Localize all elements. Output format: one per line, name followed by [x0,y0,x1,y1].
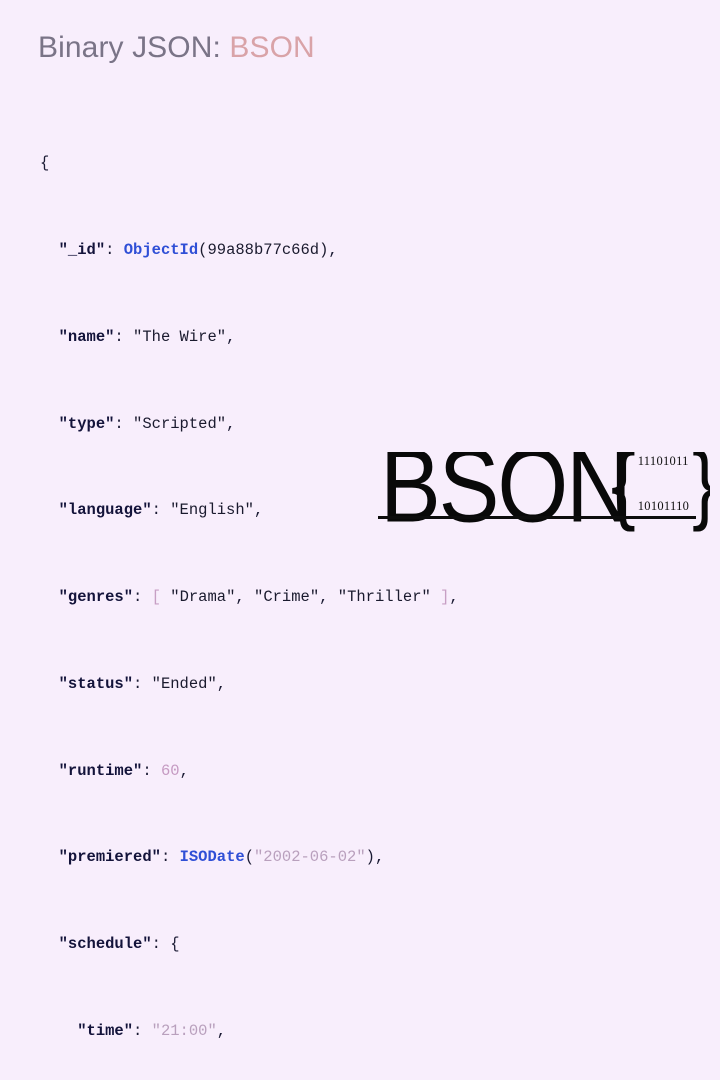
code-token-fn-objectid: ObjectId [123,240,199,259]
bson-brace-group: { 01010100 11101011 10101110 01010101 } [611,452,710,533]
code-token-key-genres: "genres" [58,588,134,607]
code-token-comma: , [449,588,459,607]
code-token-objectid-arg: (99a88b77c66d) [198,240,329,259]
code-token-value-status: "Ended" [151,674,217,693]
code-line: "time": "21:00", [40,1021,680,1043]
code-token-value-runtime: 60 [160,761,180,780]
code-line: "runtime": 60, [40,761,680,783]
code-token-paren-close: ) [365,848,375,867]
code-token-key-premiered: "premiered" [58,848,161,867]
code-token-comma: , [319,588,329,607]
bson-code-block: { "_id": ObjectId(99a88b77c66d), "name":… [40,88,680,1080]
code-token-key-id: "_id" [58,240,106,259]
code-token-fn-isodate: ISODate [179,848,245,867]
code-token-comma: , [374,848,385,867]
code-token-colon: : [133,674,143,693]
code-token-comma: , [216,1022,227,1041]
code-token-brace-open: { [40,154,50,173]
brace-close-icon: } [692,452,710,527]
bson-logo: BSON { 01010100 11101011 10101110 010101… [378,452,710,540]
code-token-value-type: "Scripted" [133,414,227,433]
code-token-genre-0: "Drama" [170,588,236,607]
bson-binary-block: 01010100 11101011 10101110 01010101 [636,452,692,540]
page-title-main: Binary JSON: [38,31,221,64]
code-line: "genres": [ "Drama", "Crime", "Thriller"… [40,587,680,609]
code-token-value-time: "21:00" [151,1022,217,1041]
code-token-comma: , [253,501,264,520]
code-token-bracket-open: [ [151,588,161,607]
code-token-comma: , [226,327,236,346]
bson-logo-row: BSON { 01010100 11101011 10101110 010101… [378,452,710,540]
code-line: "type": "Scripted", [40,414,680,436]
code-line: { [40,153,680,175]
code-token-colon: : [142,761,152,780]
bson-wordmark: BSON [380,452,632,540]
code-token-colon: : [151,501,161,520]
code-token-colon: : [160,848,171,867]
code-token-paren-open: ( [244,848,254,867]
code-token-colon: : [133,588,143,607]
code-token-key-schedule: "schedule" [58,935,152,954]
code-token-value-language: "English" [170,501,254,520]
bson-binary-line: 10101110 [637,499,690,513]
code-token-colon: : [151,935,161,954]
code-token-value-premiered: "2002-06-02" [254,848,366,867]
code-token-key-type: "type" [58,414,115,433]
bson-logo-underline [378,516,696,519]
code-token-colon: : [114,327,124,346]
code-token-value-name: "The Wire" [133,327,227,346]
code-token-comma: , [328,240,338,259]
code-token-genre-1: "Crime" [254,588,320,607]
page-title: Binary JSON: BSON [38,31,315,64]
code-token-key-time: "time" [77,1022,134,1041]
code-token-colon: : [133,1022,143,1041]
code-token-comma: , [226,414,236,433]
code-line: "premiered": ISODate("2002-06-02"), [40,847,680,869]
code-token-comma: , [235,588,245,607]
code-line: "schedule": { [40,934,680,956]
code-line: "name": "The Wire", [40,327,680,349]
code-token-bracket-close: ] [440,588,450,607]
code-line: "_id": ObjectId(99a88b77c66d), [40,240,680,262]
code-line: "status": "Ended", [40,674,680,696]
code-token-key-runtime: "runtime" [58,761,143,780]
brace-open-icon: { [611,452,636,533]
page-title-accent: BSON [229,31,315,64]
code-token-key-name: "name" [58,327,115,346]
code-token-key-language: "language" [58,501,152,520]
code-token-colon: : [114,414,124,433]
code-token-genre-2: "Thriller" [337,588,431,607]
code-token-brace-open: { [170,935,180,954]
code-token-key-status: "status" [58,674,134,693]
bson-binary-line: 11101011 [637,454,689,468]
code-token-comma: , [179,761,189,780]
code-token-colon: : [105,240,115,259]
code-token-comma: , [216,674,227,693]
